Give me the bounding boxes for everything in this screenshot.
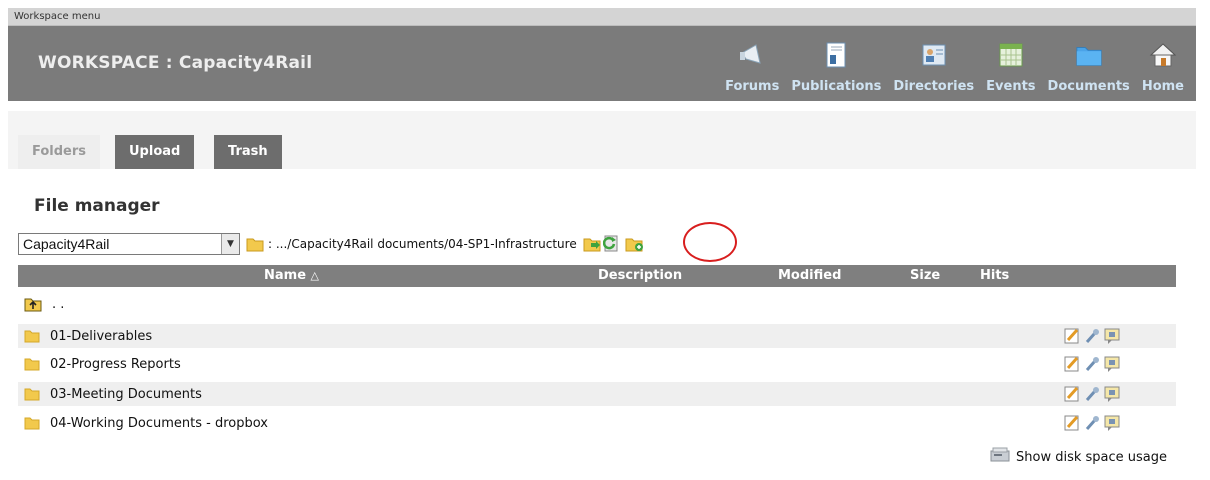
workspace-nav: Forums Publications Directories Events D… xyxy=(719,32,1190,98)
move-folder-icon[interactable] xyxy=(583,236,601,252)
edit-icon[interactable] xyxy=(1063,355,1081,373)
folder-icon xyxy=(24,416,40,430)
nav-forums[interactable]: Forums xyxy=(719,32,785,98)
folder-row[interactable]: 02-Progress Reports xyxy=(18,352,1176,376)
highlight-circle xyxy=(683,222,737,262)
megaphone-icon xyxy=(738,41,766,69)
properties-icon[interactable] xyxy=(1083,414,1101,432)
page-title: File manager xyxy=(34,196,160,216)
nav-events[interactable]: Events xyxy=(980,32,1041,98)
home-icon xyxy=(1149,41,1177,69)
workspace-header: WORKSPACE : Capacity4Rail Forums Publica… xyxy=(8,26,1196,101)
tab-upload[interactable]: Upload xyxy=(115,135,195,169)
tab-folders[interactable]: Folders xyxy=(18,135,101,169)
table-header: Name △ Description Modified Size Hits xyxy=(18,265,1176,287)
properties-icon[interactable] xyxy=(1083,355,1101,373)
parent-folder-row[interactable]: . . xyxy=(18,292,1176,316)
workspace-title: WORKSPACE : Capacity4Rail xyxy=(38,53,313,73)
folder-row[interactable]: 04-Working Documents - dropbox xyxy=(18,411,1176,435)
workspace-select-value: Capacity4Rail xyxy=(23,236,110,252)
disk-usage-label: Show disk space usage xyxy=(1016,449,1168,465)
folder-name[interactable]: 02-Progress Reports xyxy=(50,357,181,372)
parent-folder-label: . . xyxy=(52,296,65,312)
edit-icon[interactable] xyxy=(1063,327,1081,345)
nav-publications[interactable]: Publications xyxy=(785,32,887,98)
comment-icon[interactable] xyxy=(1103,385,1121,403)
nav-directories[interactable]: Directories xyxy=(887,32,980,98)
folder-row[interactable]: 01-Deliverables xyxy=(18,324,1176,348)
col-name[interactable]: Name △ xyxy=(264,268,319,283)
calendar-icon xyxy=(997,41,1025,69)
refresh-icon[interactable] xyxy=(602,235,623,253)
folder-row[interactable]: 03-Meeting Documents xyxy=(18,382,1176,406)
workspace-select[interactable]: Capacity4Rail ▼ xyxy=(18,233,240,255)
folder-name[interactable]: 03-Meeting Documents xyxy=(50,387,202,402)
comment-icon[interactable] xyxy=(1103,355,1121,373)
nav-forums-label: Forums xyxy=(725,79,780,94)
properties-icon[interactable] xyxy=(1083,327,1101,345)
nav-documents-label: Documents xyxy=(1047,79,1130,94)
nav-documents[interactable]: Documents xyxy=(1042,32,1136,98)
properties-icon[interactable] xyxy=(1083,385,1101,403)
row-actions xyxy=(1063,414,1121,432)
edit-icon[interactable] xyxy=(1063,385,1081,403)
folder-name[interactable]: 04-Working Documents - dropbox xyxy=(50,416,268,431)
row-actions xyxy=(1063,327,1121,345)
nav-home[interactable]: Home xyxy=(1136,32,1190,98)
nav-directories-label: Directories xyxy=(893,79,975,94)
row-actions xyxy=(1063,385,1121,403)
col-description[interactable]: Description xyxy=(598,268,682,283)
parent-folder-icon xyxy=(24,297,42,312)
publications-icon xyxy=(822,41,850,69)
disk-usage-link[interactable]: Show disk space usage xyxy=(990,447,1167,467)
new-folder-icon[interactable] xyxy=(625,236,645,252)
sort-indicator: △ xyxy=(310,269,320,282)
comment-icon[interactable] xyxy=(1103,327,1121,345)
folder-icon xyxy=(246,237,264,252)
folder-icon xyxy=(1075,41,1103,69)
folder-icon xyxy=(24,329,40,343)
edit-icon[interactable] xyxy=(1063,414,1081,432)
current-path: : .../Capacity4Rail documents/04-SP1-Inf… xyxy=(268,237,577,251)
row-actions xyxy=(1063,355,1121,373)
nav-home-label: Home xyxy=(1141,79,1184,94)
col-hits[interactable]: Hits xyxy=(980,268,1009,283)
comment-icon[interactable] xyxy=(1103,414,1121,432)
folder-icon xyxy=(24,357,40,371)
folder-name[interactable]: 01-Deliverables xyxy=(50,329,152,344)
chevron-down-icon[interactable]: ▼ xyxy=(221,234,239,254)
tab-trash[interactable]: Trash xyxy=(214,135,282,169)
disk-icon xyxy=(990,447,1012,467)
nav-events-label: Events xyxy=(986,79,1036,94)
col-size[interactable]: Size xyxy=(910,268,940,283)
tab-bar: Folders Upload Trash xyxy=(8,111,1196,169)
col-modified[interactable]: Modified xyxy=(778,268,841,283)
folder-icon xyxy=(24,387,40,401)
path-bar: Capacity4Rail ▼ : .../Capacity4Rail docu… xyxy=(18,232,645,256)
workspace-menu-label: Workspace menu xyxy=(8,8,1196,26)
nav-publications-label: Publications xyxy=(791,79,882,94)
directories-icon xyxy=(920,41,948,69)
